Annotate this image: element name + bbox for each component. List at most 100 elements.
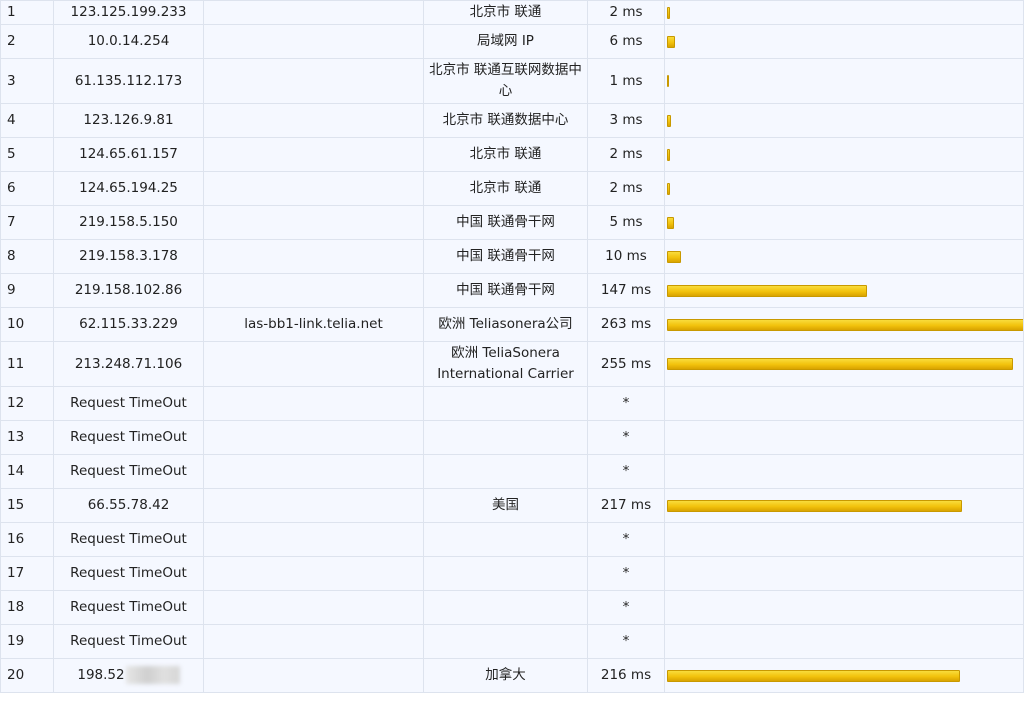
latency-bar-cell [664,137,1024,172]
latency-bar-cell [664,24,1024,59]
latency-bar [667,669,960,682]
latency-bar-cell [664,341,1024,387]
location-cell: 中国 联通骨干网 [423,205,588,240]
hop-number-cell: 15 [0,488,54,523]
latency-bar [667,182,670,195]
latency-bar-cell [664,0,1024,25]
location-cell: 局域网 IP [423,24,588,59]
ip-address-cell: 66.55.78.42 [53,488,204,523]
hop-number-cell: 5 [0,137,54,172]
table-row: 1 123.125.199.233 北京市 联通 2 ms [0,0,1024,25]
latency-bar [667,35,675,48]
hostname-cell [203,171,424,206]
latency-cell: * [587,522,665,557]
hop-number-cell: 19 [0,624,54,659]
latency-bar-cell [664,239,1024,274]
hop-number-cell: 13 [0,420,54,455]
table-row: 20 198.52 加拿大 216 ms [0,658,1024,693]
ip-address-cell: 10.0.14.254 [53,24,204,59]
table-row: 2 10.0.14.254 局域网 IP 6 ms [0,24,1024,59]
latency-cell: * [587,420,665,455]
latency-cell: 263 ms [587,307,665,342]
hostname-cell [203,273,424,308]
location-cell [423,386,588,421]
latency-bar [667,499,962,512]
hostname-cell [203,522,424,557]
latency-bar [667,114,671,127]
hostname-cell [203,239,424,274]
location-cell [423,556,588,591]
hop-number-cell: 3 [0,58,54,104]
hop-number-cell: 11 [0,341,54,387]
hop-number-cell: 10 [0,307,54,342]
latency-bar-cell [664,171,1024,206]
hostname-cell [203,658,424,693]
hop-number-cell: 8 [0,239,54,274]
location-cell: 中国 联通骨干网 [423,273,588,308]
hostname-cell [203,420,424,455]
table-row: 15 66.55.78.42 美国 217 ms [0,488,1024,523]
hop-number-cell: 14 [0,454,54,489]
location-cell: 北京市 联通数据中心 [423,103,588,138]
location-cell: 欧洲 Teliasonera公司 [423,307,588,342]
hostname-cell [203,24,424,59]
ip-address-text: 213.248.71.106 [74,355,183,372]
ip-address-cell: 123.126.9.81 [53,103,204,138]
latency-bar [667,358,1013,370]
hop-number-cell: 17 [0,556,54,591]
latency-bar-cell [664,454,1024,489]
latency-bar [667,6,670,19]
hop-number-cell: 6 [0,171,54,206]
location-cell: 北京市 联通 [423,137,588,172]
latency-cell: 147 ms [587,273,665,308]
traceroute-rows: 1 123.125.199.233 北京市 联通 2 ms 2 10.0.14.254 局域… [0,0,1024,693]
ip-address-text: 123.126.9.81 [83,112,174,128]
ip-address-cell: Request TimeOut [53,624,204,659]
table-row: 8 219.158.3.178 中国 联通骨干网 10 ms [0,239,1024,274]
ip-address-text: 219.158.102.86 [74,282,183,298]
hop-number-cell: 16 [0,522,54,557]
latency-bar-cell [664,624,1024,659]
table-row: 16 Request TimeOut * [0,522,1024,557]
hostname-cell [203,454,424,489]
latency-cell: * [587,556,665,591]
latency-cell: 2 ms [587,171,665,206]
ip-address-text: 124.65.194.25 [79,180,178,196]
location-cell [423,454,588,489]
latency-cell: 2 ms [587,137,665,172]
hop-number-cell: 2 [0,24,54,59]
ip-address-cell: 219.158.3.178 [53,239,204,274]
ip-address-text: 198.52 [77,667,125,683]
latency-cell: 1 ms [587,58,665,104]
ip-address-text: 124.65.61.157 [79,146,178,162]
hostname-cell [203,58,424,104]
latency-bar-cell [664,273,1024,308]
table-row: 5 124.65.61.157 北京市 联通 2 ms [0,137,1024,172]
latency-bar-cell [664,658,1024,693]
table-row: 7 219.158.5.150 中国 联通骨干网 5 ms [0,205,1024,240]
ip-address-text: 66.55.78.42 [87,497,170,513]
table-row: 14 Request TimeOut * [0,454,1024,489]
latency-cell: * [587,590,665,625]
table-row: 18 Request TimeOut * [0,590,1024,625]
ip-address-text: 61.135.112.173 [74,72,183,89]
location-cell: 加拿大 [423,658,588,693]
latency-bar-cell [664,58,1024,104]
hop-number-cell: 20 [0,658,54,693]
hop-number-cell: 4 [0,103,54,138]
latency-bar-cell [664,103,1024,138]
ip-address-text: 219.158.5.150 [79,214,178,230]
ip-address-cell: Request TimeOut [53,522,204,557]
ip-address-cell: Request TimeOut [53,454,204,489]
ip-address-text: 219.158.3.178 [79,248,178,264]
latency-cell: 5 ms [587,205,665,240]
ip-address-text: Request TimeOut [70,463,187,479]
hostname-cell [203,103,424,138]
location-cell: 中国 联通骨干网 [423,239,588,274]
table-row: 6 124.65.194.25 北京市 联通 2 ms [0,171,1024,206]
location-cell [423,522,588,557]
ip-address-cell: 213.248.71.106 [53,341,204,387]
hop-number-cell: 7 [0,205,54,240]
traceroute-table: 1 123.125.199.233 北京市 联通 2 ms 2 10.0.14.254 局域… [0,0,1024,693]
table-row: 9 219.158.102.86 中国 联通骨干网 147 ms [0,273,1024,308]
